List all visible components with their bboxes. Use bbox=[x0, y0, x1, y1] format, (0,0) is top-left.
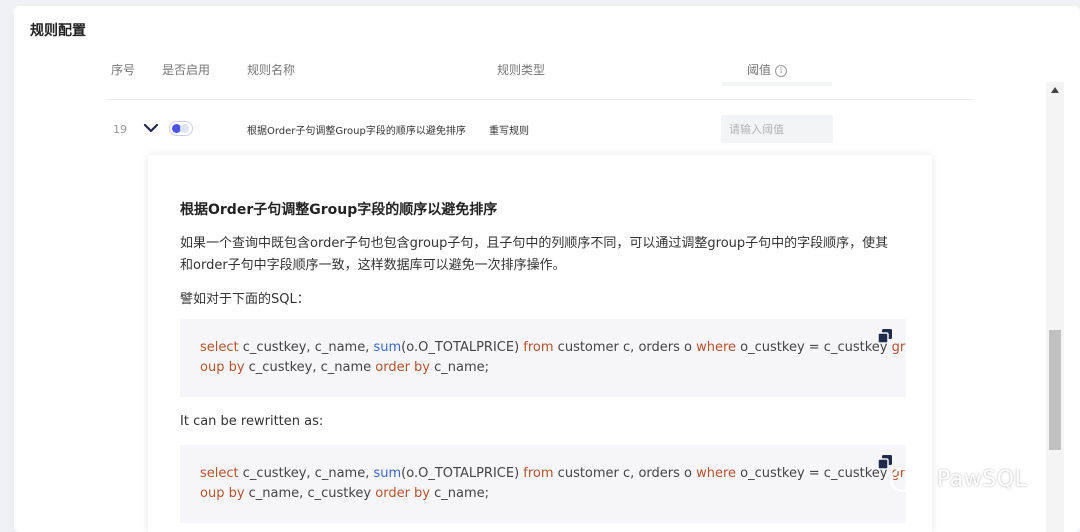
rule-type: 重写规则 bbox=[489, 126, 529, 137]
scroll-up-arrow-icon[interactable] bbox=[1051, 87, 1059, 93]
sql-text: c_name; bbox=[430, 486, 490, 501]
sql-keyword: oup by bbox=[200, 360, 245, 375]
sql-keyword: order by bbox=[375, 360, 430, 375]
code-line: select c_custkey, c_name, sum(o.O_TOTALP… bbox=[200, 466, 905, 481]
sql-text: o_custkey = c_custkey bbox=[736, 466, 892, 481]
toggle-knob-track bbox=[180, 124, 189, 133]
column-header-rule-name: 规则名称 bbox=[247, 63, 296, 77]
row-index: 19 bbox=[113, 123, 127, 136]
sql-keyword: from bbox=[523, 466, 554, 481]
rewrite-intro: It can be rewritten as: bbox=[180, 414, 324, 429]
chevron-down-icon[interactable] bbox=[143, 121, 159, 135]
copy-icon[interactable] bbox=[877, 328, 893, 344]
code-block-rewritten: select c_custkey, c_name, sum(o.O_TOTALP… bbox=[180, 445, 906, 523]
code-line: select c_custkey, c_name, sum(o.O_TOTALP… bbox=[200, 340, 905, 355]
code-line: oup by c_name, c_custkey order by c_name… bbox=[200, 486, 489, 501]
sql-function: sum bbox=[373, 340, 402, 355]
sql-keyword: from bbox=[523, 340, 554, 355]
sql-keyword: where bbox=[696, 340, 737, 355]
sql-text: c_name; bbox=[430, 360, 490, 375]
sql-text: (o.O_TOTALPRICE) bbox=[401, 340, 524, 355]
sql-keyword: select bbox=[200, 340, 239, 355]
header-divider bbox=[106, 99, 974, 100]
sql-keyword: select bbox=[200, 466, 239, 481]
scrollbar-thumb[interactable] bbox=[1049, 330, 1061, 450]
sql-text: c_custkey, c_name bbox=[244, 360, 376, 375]
column-header-threshold-label: 阈值 bbox=[747, 63, 772, 77]
sql-keyword: where bbox=[696, 466, 737, 481]
sql-text: customer c, orders o bbox=[553, 340, 697, 355]
vertical-scrollbar[interactable] bbox=[1046, 82, 1064, 532]
sql-text: customer c, orders o bbox=[553, 466, 697, 481]
column-header-enabled: 是否启用 bbox=[162, 63, 211, 77]
column-header-threshold: 阈值 i bbox=[747, 61, 788, 78]
sql-text: c_custkey, c_name, bbox=[238, 466, 374, 481]
code-block-original: select c_custkey, c_name, sum(o.O_TOTALP… bbox=[180, 319, 906, 397]
info-icon[interactable]: i bbox=[775, 65, 788, 77]
sql-text: c_custkey, c_name, bbox=[238, 340, 374, 355]
sql-text: (o.O_TOTALPRICE) bbox=[401, 466, 524, 481]
watermark-text: PawSQL bbox=[937, 467, 1028, 492]
section-title: 规则配置 bbox=[30, 23, 86, 39]
rule-name: 根据Order子句调整Group字段的顺序以避免排序 bbox=[247, 126, 466, 137]
detail-description: 如果一个查询中既包含order子句也包含group子句，且子句中的列顺序不同，可… bbox=[180, 233, 920, 277]
sql-keyword: order by bbox=[375, 486, 430, 501]
column-header-rule-type: 规则类型 bbox=[497, 63, 546, 77]
threshold-input[interactable] bbox=[721, 115, 833, 143]
sql-text: o_custkey = c_custkey bbox=[736, 340, 892, 355]
sql-keyword: oup by bbox=[200, 486, 245, 501]
detail-description-line: 如果一个查询中既包含order子句也包含group子句，且子句中的列顺序不同，可… bbox=[180, 236, 889, 251]
rule-detail-panel: 根据Order子句调整Group字段的顺序以避免排序 如果一个查询中既包含ord… bbox=[148, 155, 932, 532]
column-header-index: 序号 bbox=[111, 63, 136, 77]
example-intro: 譬如对于下面的SQL： bbox=[180, 292, 310, 307]
sql-text: c_name, c_custkey bbox=[244, 486, 376, 501]
detail-description-line: 和order子句中字段顺序一致，这样数据库可以避免一次排序操作。 bbox=[180, 258, 566, 273]
threshold-column-strip bbox=[722, 82, 832, 86]
wechat-icon bbox=[890, 468, 927, 497]
enabled-toggle[interactable] bbox=[169, 121, 193, 136]
sql-keyword: gr bbox=[891, 340, 906, 355]
detail-title: 根据Order子句调整Group字段的顺序以避免排序 bbox=[180, 202, 498, 218]
code-line: oup by c_custkey, c_name order by c_name… bbox=[200, 360, 489, 375]
sql-function: sum bbox=[373, 466, 402, 481]
